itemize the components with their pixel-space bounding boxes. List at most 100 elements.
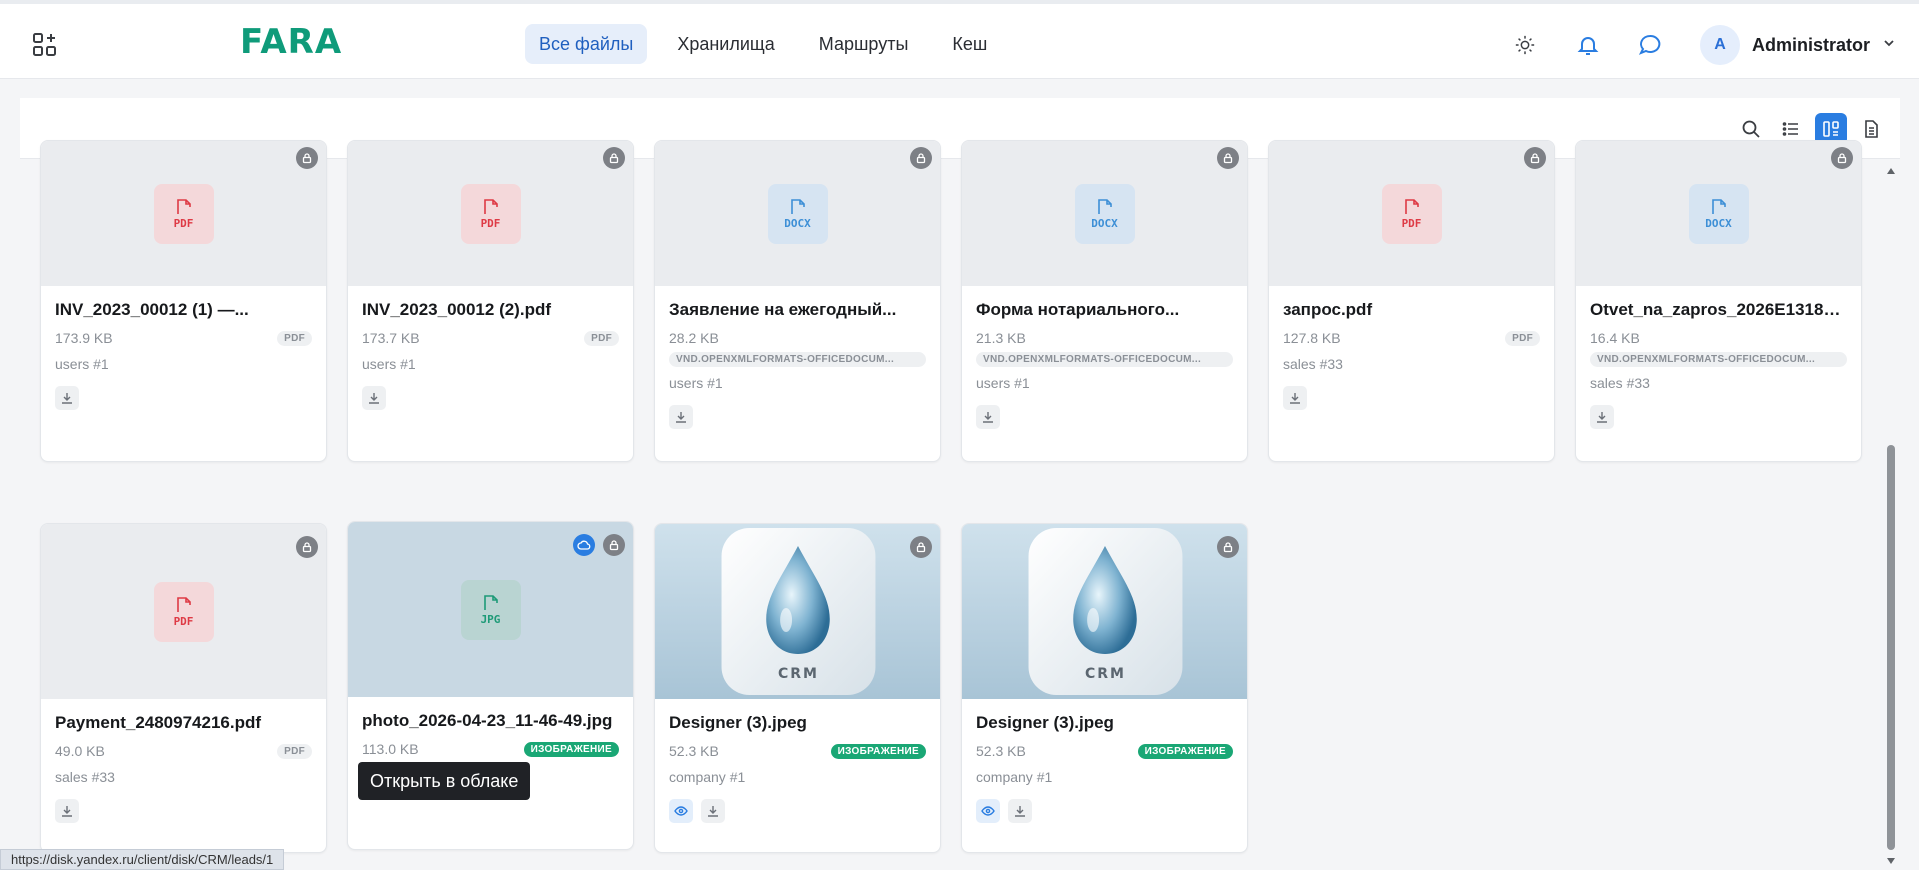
download-icon[interactable]	[55, 386, 79, 410]
file-name[interactable]: INV_2023_00012 (1) —...	[55, 300, 312, 322]
scroll-down-icon[interactable]	[1886, 856, 1896, 866]
file-name[interactable]: Designer (3).jpeg	[976, 713, 1233, 735]
jpg-file-icon: JPG	[460, 579, 521, 640]
file-card[interactable]: DOCX Otvet_na_zapros_2026E13185.... 16.4…	[1575, 140, 1862, 462]
pdf-file-icon: PDF	[1381, 183, 1442, 244]
top-bar: FARA Все файлы Хранилища Маршруты Кеш A …	[0, 0, 1919, 79]
scrollbar[interactable]	[1882, 160, 1900, 870]
file-size: 113.0 KB	[362, 741, 419, 757]
preview-icon[interactable]	[976, 799, 1000, 823]
apps-add-icon[interactable]	[31, 31, 59, 59]
file-owner: sales #33	[1283, 356, 1343, 372]
lock-icon	[1524, 147, 1546, 169]
download-icon[interactable]	[1283, 386, 1307, 410]
file-card[interactable]: PDF INV_2023_00012 (2).pdf 173.7 KB PDF u…	[347, 140, 634, 462]
lock-icon	[296, 536, 318, 558]
file-owner: users #1	[976, 375, 1030, 391]
docx-file-icon: DOCX	[1688, 183, 1749, 244]
file-size: 28.2 KB	[669, 330, 719, 346]
file-size: 173.9 KB	[55, 330, 113, 346]
file-size: 49.0 KB	[55, 743, 105, 759]
bell-icon[interactable]	[1574, 31, 1602, 59]
file-size: 52.3 KB	[976, 743, 1026, 759]
file-name[interactable]: запрос.pdf	[1283, 300, 1540, 322]
file-card[interactable]: JPG photo_2026-04-23_11-46-49.jpg 113.0 …	[347, 521, 634, 850]
crm-image-text: CRM	[1085, 666, 1126, 682]
download-icon[interactable]	[701, 799, 725, 823]
chat-icon[interactable]	[1636, 31, 1664, 59]
file-card[interactable]: DOCX Форма нотариального... 21.3 KB VND.…	[961, 140, 1248, 462]
file-owner: sales #33	[55, 769, 115, 785]
download-icon[interactable]	[669, 405, 693, 429]
file-type-badge: PDF	[277, 743, 312, 759]
file-name[interactable]: Заявление на ежегодный...	[669, 300, 926, 322]
file-card[interactable]: CRM Designer (3).jpeg 52.3 KB ИЗОБРАЖЕНИЕ…	[654, 523, 941, 853]
nav-cache[interactable]: Кеш	[938, 24, 1001, 64]
file-type-badge: ИЗОБРАЖЕНИЕ	[830, 743, 926, 759]
file-size: 21.3 KB	[976, 330, 1026, 346]
nav-storages[interactable]: Хранилища	[663, 24, 788, 64]
user-name: Administrator	[1752, 34, 1871, 55]
file-name[interactable]: Otvet_na_zapros_2026E13185....	[1590, 300, 1847, 322]
file-owner: users #1	[55, 356, 109, 372]
nav-all-files[interactable]: Все файлы	[525, 24, 648, 64]
file-type-badge: VND.OPENXMLFORMATS-OFFICEDOCUM...	[669, 352, 926, 367]
tooltip: Открыть в облаке	[358, 762, 531, 800]
download-icon[interactable]	[1590, 405, 1614, 429]
file-type-badge: VND.OPENXMLFORMATS-OFFICEDOCUM...	[1590, 352, 1847, 367]
file-owner: company #1	[976, 769, 1053, 785]
lock-icon	[603, 147, 625, 169]
pdf-file-icon: PDF	[460, 183, 521, 244]
lock-icon	[910, 536, 932, 558]
download-icon[interactable]	[55, 799, 79, 823]
file-card[interactable]: CRM Designer (3).jpeg 52.3 KB ИЗОБРАЖЕНИЕ…	[961, 523, 1248, 853]
main-nav: Все файлы Хранилища Маршруты Кеш	[525, 24, 1001, 64]
file-name[interactable]: photo_2026-04-23_11-46-49.jpg	[362, 711, 619, 733]
file-size: 52.3 KB	[669, 743, 719, 759]
scroll-up-icon[interactable]	[1886, 166, 1896, 176]
download-icon[interactable]	[1008, 799, 1032, 823]
file-owner: company #1	[669, 769, 746, 785]
crm-image-text: CRM	[778, 666, 819, 682]
download-icon[interactable]	[362, 386, 386, 410]
app-logo[interactable]: FARA	[240, 22, 342, 62]
file-type-badge: PDF	[584, 330, 619, 346]
download-icon[interactable]	[976, 405, 1000, 429]
lock-icon	[910, 147, 932, 169]
lock-icon	[1217, 536, 1239, 558]
scrollbar-thumb[interactable]	[1887, 445, 1895, 850]
file-type-badge: PDF	[1505, 330, 1540, 346]
preview-icon[interactable]	[669, 799, 693, 823]
file-card[interactable]: PDF Payment_2480974216.pdf 49.0 KB PDF sa…	[40, 523, 327, 853]
file-type-badge: ИЗОБРАЖЕНИЕ	[523, 741, 619, 757]
file-owner: sales #33	[1590, 375, 1650, 391]
lock-icon	[1831, 147, 1853, 169]
cloud-icon[interactable]	[573, 534, 595, 556]
chevron-down-icon	[1882, 36, 1896, 55]
status-url: https://disk.yandex.ru/client/disk/CRM/l…	[0, 849, 285, 870]
sun-icon[interactable]	[1511, 31, 1539, 59]
file-size: 16.4 KB	[1590, 330, 1640, 346]
pdf-file-icon: PDF	[153, 581, 214, 642]
file-card[interactable]: DOCX Заявление на ежегодный... 28.2 KB V…	[654, 140, 941, 462]
file-type-badge: PDF	[277, 330, 312, 346]
lock-icon	[296, 147, 318, 169]
file-size: 173.7 KB	[362, 330, 420, 346]
docx-file-icon: DOCX	[767, 183, 828, 244]
file-name[interactable]: Форма нотариального...	[976, 300, 1233, 322]
file-type-badge: ИЗОБРАЖЕНИЕ	[1137, 743, 1233, 759]
nav-routes[interactable]: Маршруты	[805, 24, 923, 64]
docx-file-icon: DOCX	[1074, 183, 1135, 244]
pdf-file-icon: PDF	[153, 183, 214, 244]
file-size: 127.8 KB	[1283, 330, 1341, 346]
file-card[interactable]: PDF запрос.pdf 127.8 KB PDF sales #33	[1268, 140, 1555, 462]
file-card[interactable]: PDF INV_2023_00012 (1) —... 173.9 KB PDF …	[40, 140, 327, 462]
avatar: A	[1700, 25, 1740, 65]
user-menu[interactable]: A Administrator	[1700, 25, 1896, 65]
file-name[interactable]: Designer (3).jpeg	[669, 713, 926, 735]
file-name[interactable]: Payment_2480974216.pdf	[55, 713, 312, 735]
lock-icon	[603, 534, 625, 556]
file-name[interactable]: INV_2023_00012 (2).pdf	[362, 300, 619, 322]
file-type-badge: VND.OPENXMLFORMATS-OFFICEDOCUM...	[976, 352, 1233, 367]
file-owner: users #1	[362, 356, 416, 372]
